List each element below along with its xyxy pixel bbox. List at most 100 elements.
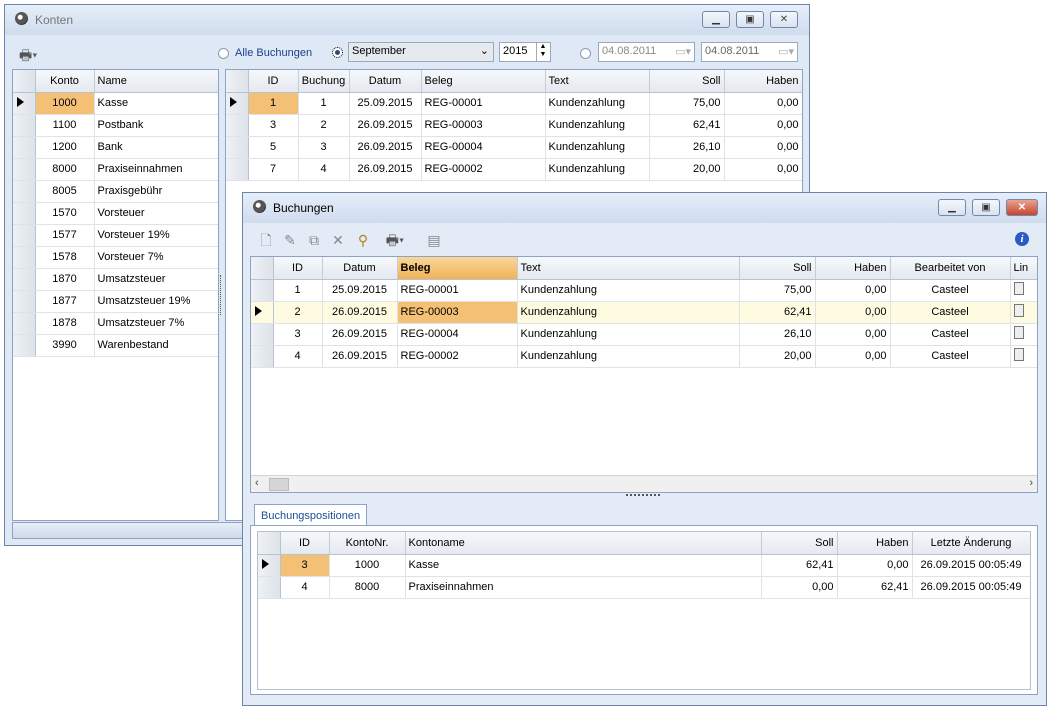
cell[interactable]: 26.09.2015 bbox=[322, 345, 398, 368]
cell[interactable]: 26.09.2015 bbox=[322, 323, 398, 346]
row-indicator[interactable] bbox=[13, 246, 36, 269]
row-indicator[interactable] bbox=[226, 136, 249, 159]
cell[interactable]: Kundenzahlung bbox=[517, 323, 740, 346]
col-soll[interactable]: Soll bbox=[739, 257, 816, 280]
minimize-button[interactable]: ▁ bbox=[938, 199, 966, 216]
cell[interactable]: Casteel bbox=[890, 345, 1011, 368]
account-name[interactable]: Umsatzsteuer bbox=[94, 268, 218, 291]
table-row[interactable]: 3 26.09.2015 REG-00004 Kundenzahlung 26,10 0,… bbox=[251, 323, 1037, 346]
cell[interactable]: 20,00 bbox=[649, 158, 725, 181]
col-bearbeitet-von[interactable]: Bearbeitet von bbox=[890, 257, 1011, 280]
print-icon[interactable]: 🖶▾ bbox=[19, 45, 37, 69]
cell[interactable]: 62,41 bbox=[739, 301, 816, 324]
cell[interactable]: Kasse bbox=[405, 554, 762, 577]
calendar-icon[interactable]: ▭▾ bbox=[675, 45, 691, 58]
cell[interactable]: 26.09.2015 bbox=[349, 158, 422, 181]
list-item[interactable]: 1000 Kasse bbox=[13, 92, 218, 115]
cell[interactable]: 2 bbox=[273, 301, 323, 324]
account-name[interactable]: Postbank bbox=[94, 114, 218, 137]
scroll-right-icon[interactable]: › bbox=[1029, 477, 1033, 489]
cell[interactable]: 5 bbox=[248, 136, 299, 159]
edit-pencil-icon[interactable]: ✎ bbox=[282, 232, 298, 248]
col-lin[interactable]: Lin bbox=[1010, 257, 1037, 280]
cell[interactable]: Kundenzahlung bbox=[545, 136, 650, 159]
cell[interactable]: 26.09.2015 00:05:49 bbox=[912, 554, 1030, 577]
cell[interactable]: 0,00 bbox=[815, 323, 891, 346]
account-name[interactable]: Umsatzsteuer 19% bbox=[94, 290, 218, 313]
scroll-left-icon[interactable]: ‹ bbox=[255, 477, 259, 489]
month-select[interactable]: September ⌄ bbox=[348, 42, 494, 62]
cell[interactable]: 25.09.2015 bbox=[322, 279, 398, 302]
row-indicator[interactable] bbox=[13, 158, 36, 181]
radio-month[interactable] bbox=[332, 47, 343, 58]
account-number[interactable]: 1100 bbox=[35, 114, 95, 137]
account-name[interactable]: Warenbestand bbox=[94, 334, 218, 357]
close-button[interactable]: ✕ bbox=[770, 11, 798, 28]
print-icon[interactable]: 🖶▾ bbox=[382, 232, 408, 248]
cell[interactable]: Kundenzahlung bbox=[545, 114, 650, 137]
list-item[interactable]: 1878 Umsatzsteuer 7% bbox=[13, 312, 218, 335]
splitter[interactable] bbox=[220, 275, 224, 315]
list-item[interactable]: 1100 Postbank bbox=[13, 114, 218, 137]
delete-icon[interactable]: ✕ bbox=[330, 232, 346, 248]
cell[interactable]: Kundenzahlung bbox=[545, 92, 650, 115]
row-extra[interactable] bbox=[1010, 323, 1037, 346]
cell[interactable]: REG-00002 bbox=[397, 345, 518, 368]
row-indicator[interactable] bbox=[251, 345, 274, 368]
account-number[interactable]: 1870 bbox=[35, 268, 95, 291]
cell[interactable]: 0,00 bbox=[761, 576, 838, 599]
account-number[interactable]: 3990 bbox=[35, 334, 95, 357]
cell[interactable]: 1 bbox=[248, 92, 299, 115]
maximize-button[interactable]: ▣ bbox=[736, 11, 764, 28]
col-name[interactable]: Name bbox=[94, 70, 218, 93]
document-icon[interactable] bbox=[1013, 326, 1024, 339]
account-number[interactable]: 1200 bbox=[35, 136, 95, 159]
list-item[interactable]: 1570 Vorsteuer bbox=[13, 202, 218, 225]
year-spinner[interactable]: 2015 ▲ ▼ bbox=[499, 42, 551, 62]
cell[interactable]: REG-00004 bbox=[421, 136, 546, 159]
account-number[interactable]: 1578 bbox=[35, 246, 95, 269]
cell[interactable]: REG-00001 bbox=[397, 279, 518, 302]
cell[interactable]: 62,41 bbox=[649, 114, 725, 137]
col-soll[interactable]: Soll bbox=[649, 70, 725, 93]
cell[interactable]: 20,00 bbox=[739, 345, 816, 368]
cell[interactable]: REG-00003 bbox=[421, 114, 546, 137]
list-item[interactable]: 1877 Umsatzsteuer 19% bbox=[13, 290, 218, 313]
cell[interactable]: 62,41 bbox=[837, 576, 913, 599]
cell[interactable]: REG-00002 bbox=[421, 158, 546, 181]
account-name[interactable]: Bank bbox=[94, 136, 218, 159]
info-icon[interactable]: i bbox=[1015, 232, 1029, 246]
list-item[interactable]: 8005 Praxisgebühr bbox=[13, 180, 218, 203]
cell[interactable]: 26,10 bbox=[649, 136, 725, 159]
table-row[interactable]: 4 8000 Praxiseinnahmen 0,00 62,41 26.09.2015 … bbox=[258, 576, 1030, 599]
row-indicator[interactable] bbox=[226, 114, 249, 137]
row-indicator[interactable] bbox=[13, 268, 36, 291]
cell[interactable]: Kundenzahlung bbox=[517, 279, 740, 302]
document-icon[interactable] bbox=[1013, 304, 1024, 317]
cell[interactable]: 1 bbox=[298, 92, 350, 115]
cell[interactable]: REG-00004 bbox=[397, 323, 518, 346]
account-number[interactable]: 1878 bbox=[35, 312, 95, 335]
cell[interactable]: 75,00 bbox=[739, 279, 816, 302]
cell[interactable]: 26.09.2015 bbox=[349, 114, 422, 137]
account-number[interactable]: 8005 bbox=[35, 180, 95, 203]
account-name[interactable]: Vorsteuer 7% bbox=[94, 246, 218, 269]
cell[interactable]: 7 bbox=[248, 158, 299, 181]
cell[interactable]: 8000 bbox=[329, 576, 406, 599]
cell[interactable]: Casteel bbox=[890, 323, 1011, 346]
account-number[interactable]: 1877 bbox=[35, 290, 95, 313]
col-id[interactable]: ID bbox=[248, 70, 299, 93]
cell[interactable]: Kundenzahlung bbox=[545, 158, 650, 181]
minimize-button[interactable]: ▁ bbox=[702, 11, 730, 28]
cell[interactable]: REG-00003 bbox=[397, 301, 518, 324]
col-text[interactable]: Text bbox=[545, 70, 650, 93]
row-indicator[interactable] bbox=[13, 114, 36, 137]
row-indicator[interactable] bbox=[13, 92, 36, 115]
row-indicator[interactable] bbox=[13, 290, 36, 313]
list-item[interactable]: 3990 Warenbestand bbox=[13, 334, 218, 357]
document-icon[interactable] bbox=[1013, 282, 1024, 295]
account-number[interactable]: 8000 bbox=[35, 158, 95, 181]
cell[interactable]: 0,00 bbox=[815, 301, 891, 324]
cell[interactable]: Kundenzahlung bbox=[517, 345, 740, 368]
account-name[interactable]: Praxisgebühr bbox=[94, 180, 218, 203]
